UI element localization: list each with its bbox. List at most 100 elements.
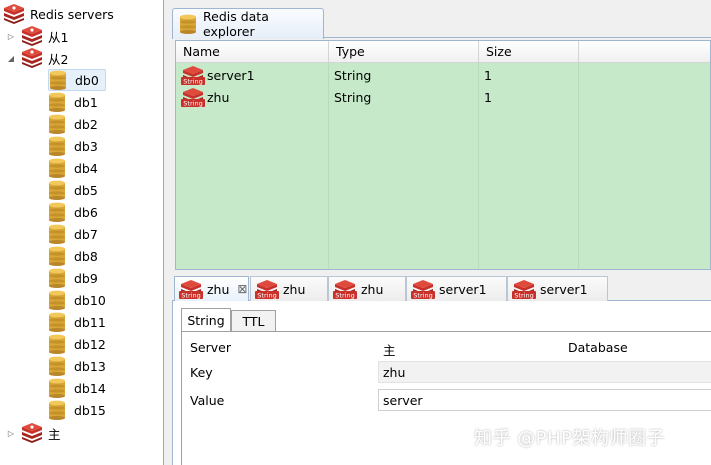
database-icon — [48, 114, 66, 134]
tab-label: zhu — [361, 281, 384, 297]
string-type-icon: String — [333, 279, 357, 300]
expand-arrow-icon[interactable]: ▷ — [6, 428, 16, 438]
tree-db-db6[interactable]: db6 — [48, 201, 98, 223]
string-icon-text: String — [257, 292, 276, 300]
db-label: db4 — [74, 160, 98, 176]
tree-server-label: 主 — [48, 426, 61, 442]
database-icon — [48, 378, 66, 398]
expand-arrow-icon[interactable]: ▷ — [6, 31, 16, 41]
db-label: db5 — [74, 182, 98, 198]
close-tab-icon[interactable]: ⊠ — [237, 282, 247, 296]
key-type: String — [334, 67, 372, 83]
value-field[interactable]: server — [378, 389, 711, 411]
tab-key-server1[interactable]: String server1 — [507, 276, 608, 301]
keys-grid: Name Type Size String server1 String 1 S… — [175, 40, 711, 270]
table-row[interactable]: String zhu String 1 — [176, 86, 710, 108]
database-icon — [48, 158, 66, 178]
db-label: db12 — [74, 336, 106, 352]
tab-redis-data-explorer[interactable]: Redis data explorer — [172, 8, 324, 39]
tree-db-db7[interactable]: db7 — [48, 223, 98, 245]
database-icon — [48, 202, 66, 222]
tab-key-zhu[interactable]: String zhu — [250, 276, 328, 301]
key-field[interactable]: zhu — [378, 361, 711, 383]
tree-db-db4[interactable]: db4 — [48, 157, 98, 179]
tab-label: zhu — [207, 281, 230, 297]
database-icon — [48, 334, 66, 354]
string-icon-text: String — [181, 292, 200, 300]
db-label: db7 — [74, 226, 98, 242]
db-label: db1 — [74, 94, 98, 110]
string-type-icon: String — [179, 279, 203, 300]
string-type-icon: String — [181, 87, 205, 108]
database-icon — [48, 312, 66, 332]
database-icon — [48, 136, 66, 156]
tab-key-server1[interactable]: String server1 — [406, 276, 507, 301]
tree-db-db10[interactable]: db10 — [48, 289, 106, 311]
key-type: String — [334, 89, 372, 105]
key-label: Key — [190, 365, 213, 380]
tab-key-zhu-active[interactable]: String zhu ⊠ — [174, 276, 249, 301]
db-label: db6 — [74, 204, 98, 220]
db-label: db15 — [74, 402, 106, 418]
database-icon — [48, 180, 66, 200]
explorer-tab-bar: Redis data explorer — [172, 6, 711, 39]
key-tab-bar: String zhu ⊠ String zhu String zhu Strin… — [172, 276, 711, 301]
tree-db-db0[interactable]: db0 — [48, 69, 106, 91]
tree-db-db13[interactable]: db13 — [48, 355, 106, 377]
string-icon-text: String — [335, 292, 354, 300]
server-label: Server — [190, 340, 231, 355]
tab-label: server1 — [439, 281, 487, 297]
tree-db-db11[interactable]: db11 — [48, 311, 106, 333]
key-size: 1 — [484, 89, 492, 105]
tree-server-label: 从2 — [48, 51, 69, 67]
tree-db-db8[interactable]: db8 — [48, 245, 98, 267]
tree-db-db14[interactable]: db14 — [48, 377, 106, 399]
string-icon-text: String — [413, 292, 432, 300]
db-label: db0 — [75, 72, 99, 88]
db-label: db10 — [74, 292, 106, 308]
tree-db-db12[interactable]: db12 — [48, 333, 106, 355]
db-label: db11 — [74, 314, 106, 330]
tree-root[interactable]: Redis servers — [2, 3, 114, 25]
key-name-cell: String server1 — [181, 64, 255, 86]
subtab-ttl[interactable]: TTL — [231, 310, 276, 332]
tree-db-db2[interactable]: db2 — [48, 113, 98, 135]
db-label: db14 — [74, 380, 106, 396]
redis-server-icon — [20, 26, 44, 46]
database-icon — [48, 400, 66, 420]
database-icon — [49, 70, 67, 90]
string-icon-text: String — [514, 292, 533, 300]
tree-server-label: 从1 — [48, 29, 69, 45]
server-value: 主 — [383, 343, 396, 358]
string-type-icon: String — [181, 65, 205, 86]
key-name: server1 — [207, 67, 255, 83]
database-icon — [179, 14, 197, 34]
subtab-string[interactable]: String — [181, 308, 231, 332]
redis-server-icon — [2, 4, 26, 24]
tree-db-db5[interactable]: db5 — [48, 179, 98, 201]
tab-key-zhu[interactable]: String zhu — [328, 276, 406, 301]
tab-label: zhu — [283, 281, 306, 297]
string-type-icon: String — [512, 279, 536, 300]
collapse-arrow-icon[interactable]: ◢ — [6, 53, 16, 63]
tree-server-slave2[interactable]: ◢ 从2 — [6, 47, 68, 69]
tree-server-master[interactable]: ▷ 主 — [6, 422, 61, 444]
db-label: db8 — [74, 248, 98, 264]
watermark-text: 知乎 @PHP架构师圈子 — [474, 428, 665, 449]
column-header-size[interactable]: Size — [479, 41, 579, 63]
tab-label: Redis data explorer — [203, 9, 269, 39]
database-icon — [48, 268, 66, 288]
table-row[interactable]: String server1 String 1 — [176, 64, 710, 86]
db-label: db3 — [74, 138, 98, 154]
column-header-type[interactable]: Type — [329, 41, 479, 63]
string-icon-text: String — [183, 100, 202, 108]
tree-db-db3[interactable]: db3 — [48, 135, 98, 157]
tree-server-slave1[interactable]: ▷ 从1 — [6, 25, 68, 47]
tree-db-db1[interactable]: db1 — [48, 91, 98, 113]
column-header-name[interactable]: Name — [176, 41, 329, 63]
key-size: 1 — [484, 67, 492, 83]
key-name-cell: String zhu — [181, 86, 229, 108]
database-icon — [48, 224, 66, 244]
tree-db-db9[interactable]: db9 — [48, 267, 98, 289]
tree-db-db15[interactable]: db15 — [48, 399, 106, 421]
